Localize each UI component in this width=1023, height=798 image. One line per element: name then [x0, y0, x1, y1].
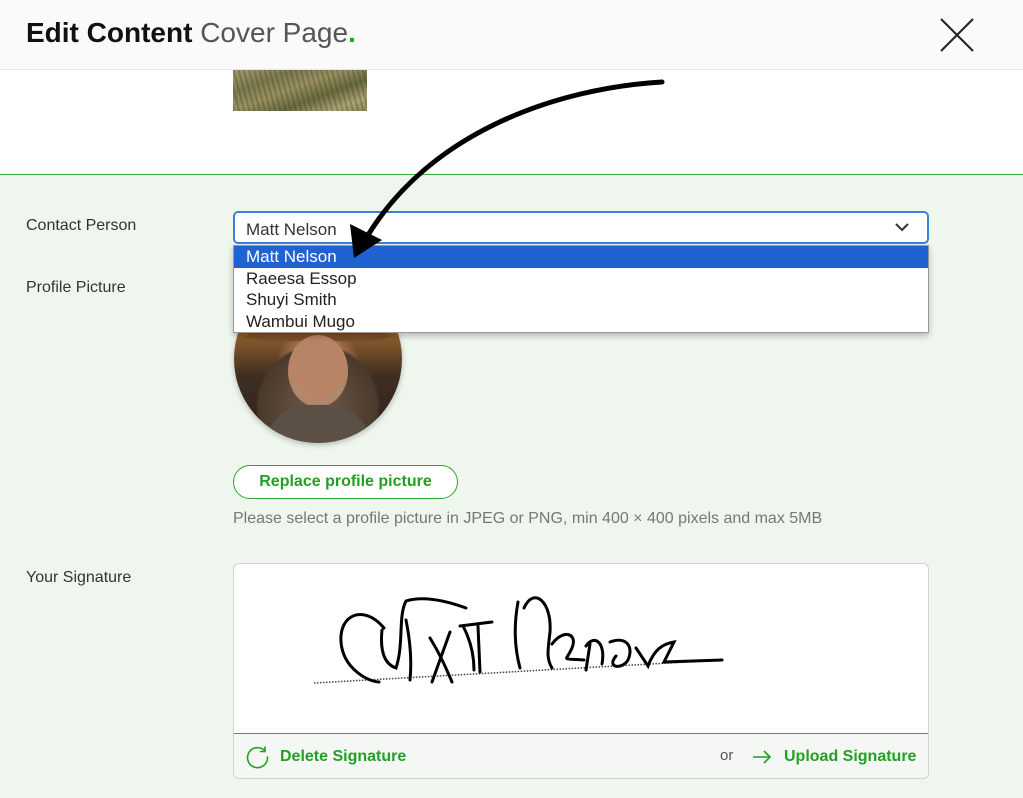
profile-picture-hint: Please select a profile picture in JPEG …: [233, 510, 823, 527]
dropdown-option[interactable]: Shuyi Smith: [234, 289, 928, 311]
dialog-header: Edit Content Cover Page.: [0, 0, 1023, 70]
chevron-down-icon: [895, 223, 909, 232]
upload-signature-label: Upload Signature: [784, 747, 917, 765]
or-text: or: [720, 747, 734, 764]
arrow-right-icon: [753, 749, 772, 764]
contact-person-value: Matt Nelson: [246, 220, 337, 239]
contact-person-dropdown[interactable]: Matt Nelson Raeesa Essop Shuyi Smith Wam…: [233, 245, 929, 333]
profile-picture-label: Profile Picture: [26, 279, 126, 296]
title-primary: Edit Content: [26, 17, 193, 48]
delete-signature-label: Delete Signature: [280, 747, 407, 765]
replace-profile-picture-button[interactable]: Replace profile picture: [233, 465, 458, 499]
upload-signature-button[interactable]: Upload Signature: [752, 734, 917, 778]
signature-actions: Delete Signature or Upload Signature: [234, 733, 928, 778]
contact-person-select[interactable]: Matt Nelson: [233, 211, 929, 244]
close-button[interactable]: [938, 16, 976, 54]
cover-image: [233, 70, 367, 111]
title-dot: .: [348, 17, 356, 48]
dropdown-option[interactable]: Wambui Mugo: [234, 311, 928, 333]
signature-box: Delete Signature or Upload Signature: [233, 563, 929, 779]
signature-label: Your Signature: [26, 569, 132, 586]
dropdown-option[interactable]: Matt Nelson: [234, 246, 928, 268]
contact-person-label: Contact Person: [26, 217, 137, 234]
signature-canvas[interactable]: [234, 564, 928, 733]
dropdown-option[interactable]: Raeesa Essop: [234, 268, 928, 290]
cover-section: [0, 70, 1023, 174]
delete-signature-button[interactable]: Delete Signature: [246, 734, 407, 778]
refresh-icon: [246, 745, 269, 768]
contact-form: Contact Person Matt Nelson Matt Nelson R…: [0, 174, 1023, 798]
close-x-icon: [940, 18, 974, 52]
page-title: Edit Content Cover Page.: [26, 17, 356, 49]
title-secondary: Cover Page: [200, 17, 349, 48]
